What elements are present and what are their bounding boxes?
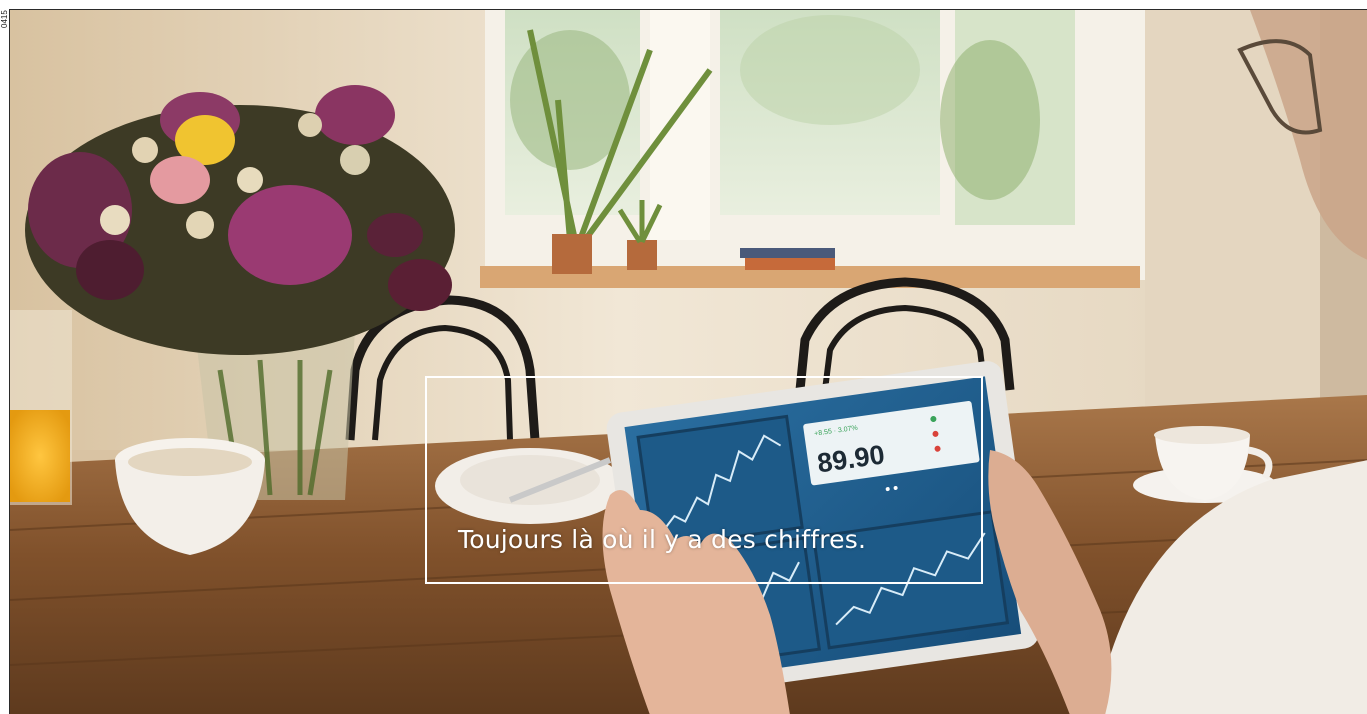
caption-text: Toujours là où il y a des chiffres. [458,525,867,554]
photo-frame: +8.55 · 3.07% 89.90 [9,9,1367,714]
plant-pot [552,234,592,274]
image-code: 0415 [0,10,9,28]
photo-scene: +8.55 · 3.07% 89.90 [10,10,1367,714]
